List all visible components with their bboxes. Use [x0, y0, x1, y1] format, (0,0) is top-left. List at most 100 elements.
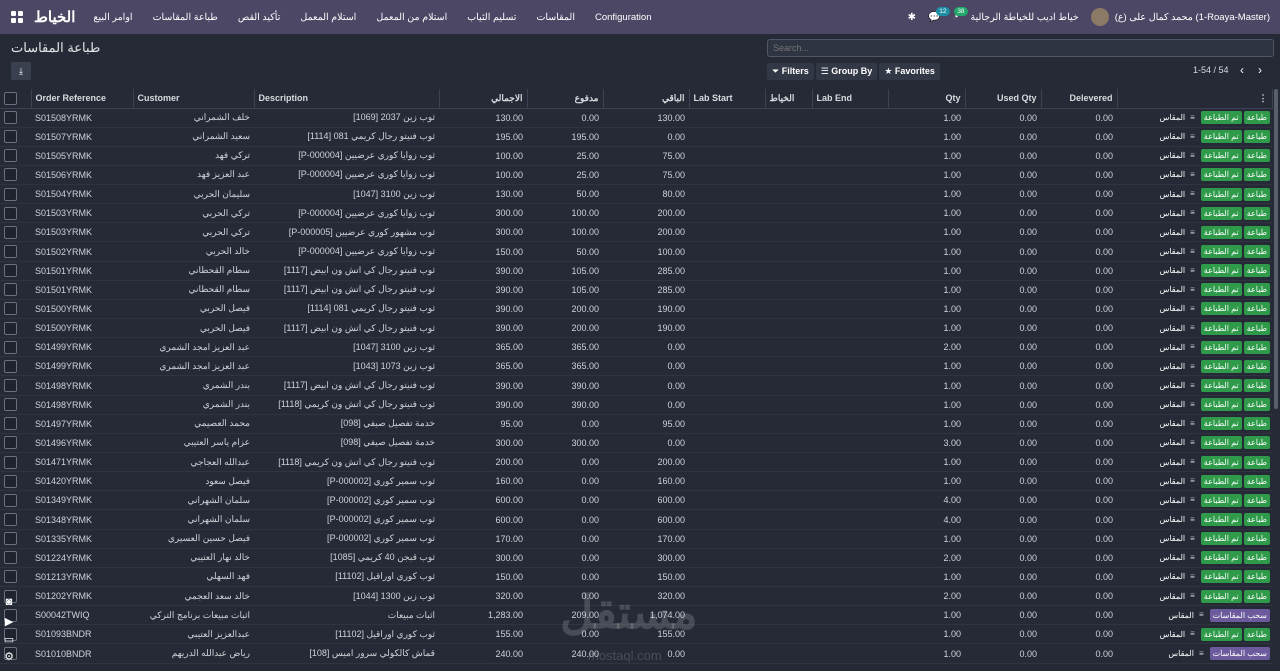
print-done-button[interactable]: تم الطباعة: [1200, 493, 1242, 507]
measurement-link[interactable]: المقاس ≡: [1152, 626, 1198, 643]
col-delivered[interactable]: Delevered: [1041, 89, 1118, 109]
print-done-button[interactable]: تم الطباعة: [1200, 302, 1242, 316]
table-row[interactable]: S01503YRMK تركي الحربي ثوب مشهور كوري عرضي…: [0, 222, 1272, 243]
print-button[interactable]: طباعة: [1243, 455, 1270, 469]
row-select-cell[interactable]: [0, 108, 31, 128]
row-select-cell[interactable]: [0, 203, 31, 224]
print-button[interactable]: طباعة: [1243, 187, 1270, 201]
measurement-link[interactable]: المقاس ≡: [1152, 568, 1198, 585]
table-row[interactable]: S01498YRMK بندر الشمري ثوب فنيتو رجال كي ا…: [0, 395, 1272, 415]
menu-item-receive-from-lab[interactable]: استلام من المعمل: [376, 12, 447, 23]
row-checkbox[interactable]: [4, 398, 17, 412]
table-row[interactable]: S01501YRMK سطام القحطاني ثوب فنيتو رجال كي…: [0, 280, 1272, 300]
print-button[interactable]: طباعة: [1243, 206, 1270, 220]
print-done-button[interactable]: تم الطباعة: [1200, 187, 1242, 201]
row-select-cell[interactable]: [0, 375, 31, 396]
print-button[interactable]: طباعة: [1243, 551, 1270, 565]
table-row[interactable]: S01499YRMK عبد العزيز امجد الشمري ثوب زين …: [0, 356, 1272, 377]
row-select-cell[interactable]: [0, 318, 31, 339]
screen-icon[interactable]: ▭: [2, 633, 16, 646]
print-done-button[interactable]: تم الطباعة: [1200, 206, 1242, 220]
table-row[interactable]: S01504YRMK سليمان الحربي ثوب زين 3100 [104…: [0, 184, 1272, 205]
measurement-link[interactable]: المقاس ≡: [1152, 492, 1198, 509]
row-checkbox[interactable]: [4, 149, 17, 163]
col-customer[interactable]: Customer: [133, 89, 255, 109]
measurement-link[interactable]: المقاس ≡: [1152, 473, 1198, 490]
table-row[interactable]: S01224YRMK خالد نهار العتيبي ثوب قبجن 40 ك…: [0, 548, 1272, 568]
measurement-link[interactable]: المقاس ≡: [1152, 243, 1198, 260]
print-button[interactable]: طباعة: [1243, 149, 1270, 163]
row-select-cell[interactable]: [0, 261, 31, 281]
measurement-link[interactable]: المقاس ≡: [1152, 339, 1198, 356]
row-checkbox[interactable]: [4, 187, 17, 201]
row-select-cell[interactable]: [0, 241, 31, 262]
table-row[interactable]: S01499YRMK عبد العزيز امجد الشمري ثوب زين …: [0, 337, 1272, 358]
row-checkbox[interactable]: [4, 455, 17, 469]
measurement-link[interactable]: المقاس ≡: [1152, 511, 1198, 528]
table-row[interactable]: S01496YRMK عزام ياسر العتيبي خدمة تفصيل صي…: [0, 433, 1272, 454]
print-done-button[interactable]: تم الطباعة: [1200, 264, 1242, 278]
row-select-cell[interactable]: [0, 567, 31, 588]
print-button[interactable]: طباعة: [1243, 532, 1270, 546]
pager-next-button[interactable]: ›: [1258, 63, 1262, 77]
pager-prev-button[interactable]: ‹: [1240, 63, 1244, 77]
print-done-button[interactable]: تم الطباعة: [1200, 225, 1242, 239]
settings-gear-icon[interactable]: ⚙: [2, 650, 16, 663]
print-done-button[interactable]: تم الطباعة: [1200, 455, 1242, 469]
row-checkbox[interactable]: [4, 206, 17, 220]
print-done-button[interactable]: تم الطباعة: [1200, 359, 1242, 373]
search-input[interactable]: [767, 39, 1274, 57]
measurement-link[interactable]: المقاس ≡: [1152, 166, 1198, 183]
camera-icon[interactable]: ◙: [2, 596, 16, 608]
group-by-button[interactable]: ☰ Group By: [815, 63, 878, 80]
print-done-button[interactable]: تم الطباعة: [1200, 532, 1242, 546]
col-optional-columns[interactable]: ⋮: [1117, 89, 1273, 109]
measurement-link[interactable]: المقاس ≡: [1152, 415, 1198, 432]
print-done-button[interactable]: تم الطباعة: [1200, 551, 1242, 565]
row-checkbox[interactable]: [4, 474, 17, 488]
menu-item-configuration[interactable]: Configuration: [595, 12, 652, 23]
row-checkbox[interactable]: [4, 532, 17, 546]
table-row[interactable]: S01420YRMK فيصل سعود ثوب سمير كوري [P-0000…: [0, 471, 1272, 492]
measurement-link[interactable]: المقاس ≡: [1152, 320, 1198, 337]
menu-item-confirm-cut[interactable]: تأكيد القص: [238, 12, 281, 23]
col-remaining[interactable]: الباقي: [603, 89, 690, 109]
download-button[interactable]: ⤓: [11, 62, 31, 80]
table-row[interactable]: S01503YRMK تركي الحربي ثوب زوايا كوري عرضي…: [0, 203, 1272, 224]
measurement-link[interactable]: المقاس ≡: [1152, 396, 1198, 413]
print-button[interactable]: طباعة: [1243, 627, 1270, 641]
row-select-cell[interactable]: [0, 184, 31, 205]
measurement-link[interactable]: المقاس ≡: [1152, 205, 1198, 222]
measurement-link[interactable]: المقاس ≡: [1152, 454, 1198, 471]
table-row[interactable]: S01502YRMK خالد الحربي ثوب زوايا كوري عرضي…: [0, 241, 1272, 262]
measurement-link[interactable]: المقاس ≡: [1152, 358, 1198, 375]
user-menu[interactable]: محمد كمال على (ع) (1-Roaya-Master): [1090, 8, 1270, 26]
print-done-button[interactable]: تم الطباعة: [1200, 398, 1242, 412]
kebab-icon[interactable]: ⋮: [1259, 93, 1268, 103]
pager-value[interactable]: 1-54 / 54: [1193, 65, 1229, 75]
row-checkbox[interactable]: [4, 359, 17, 373]
select-all-cell[interactable]: [0, 89, 32, 109]
print-done-button[interactable]: تم الطباعة: [1200, 130, 1242, 144]
print-button[interactable]: طباعة: [1243, 493, 1270, 507]
row-select-cell[interactable]: [0, 414, 31, 434]
row-checkbox[interactable]: [4, 111, 17, 125]
measurement-link[interactable]: المقاس ≡: [1152, 549, 1198, 566]
row-checkbox[interactable]: [4, 225, 17, 239]
col-lab-start[interactable]: Lab Start: [689, 89, 766, 109]
print-done-button[interactable]: تم الطباعة: [1200, 149, 1242, 163]
menu-item-lab-receive[interactable]: استلام المعمل: [300, 12, 356, 23]
print-done-button[interactable]: تم الطباعة: [1200, 168, 1242, 182]
activities-button[interactable]: ◔ 38: [953, 6, 968, 23]
table-row[interactable]: S01498YRMK بندر الشمري ثوب فنيتو رجال كي ا…: [0, 375, 1272, 396]
print-done-button[interactable]: تم الطباعة: [1200, 627, 1242, 641]
col-paid[interactable]: مدفوع: [527, 89, 604, 109]
row-checkbox[interactable]: [4, 340, 17, 354]
print-done-button[interactable]: تم الطباعة: [1200, 417, 1242, 431]
row-checkbox[interactable]: [4, 417, 17, 431]
table-row[interactable]: S01335YRMK فيصل حسين العسيري ثوب سمير كوري…: [0, 529, 1272, 549]
measurement-link[interactable]: المقاس ≡: [1160, 607, 1206, 624]
table-row[interactable]: S01501YRMK سطام القحطاني ثوب فنيتو رجال كي…: [0, 261, 1272, 281]
table-row[interactable]: S01507YRMK سعيد الشمراني ثوب فنيتو رجال كر…: [0, 127, 1272, 147]
print-button[interactable]: طباعة: [1243, 379, 1270, 393]
